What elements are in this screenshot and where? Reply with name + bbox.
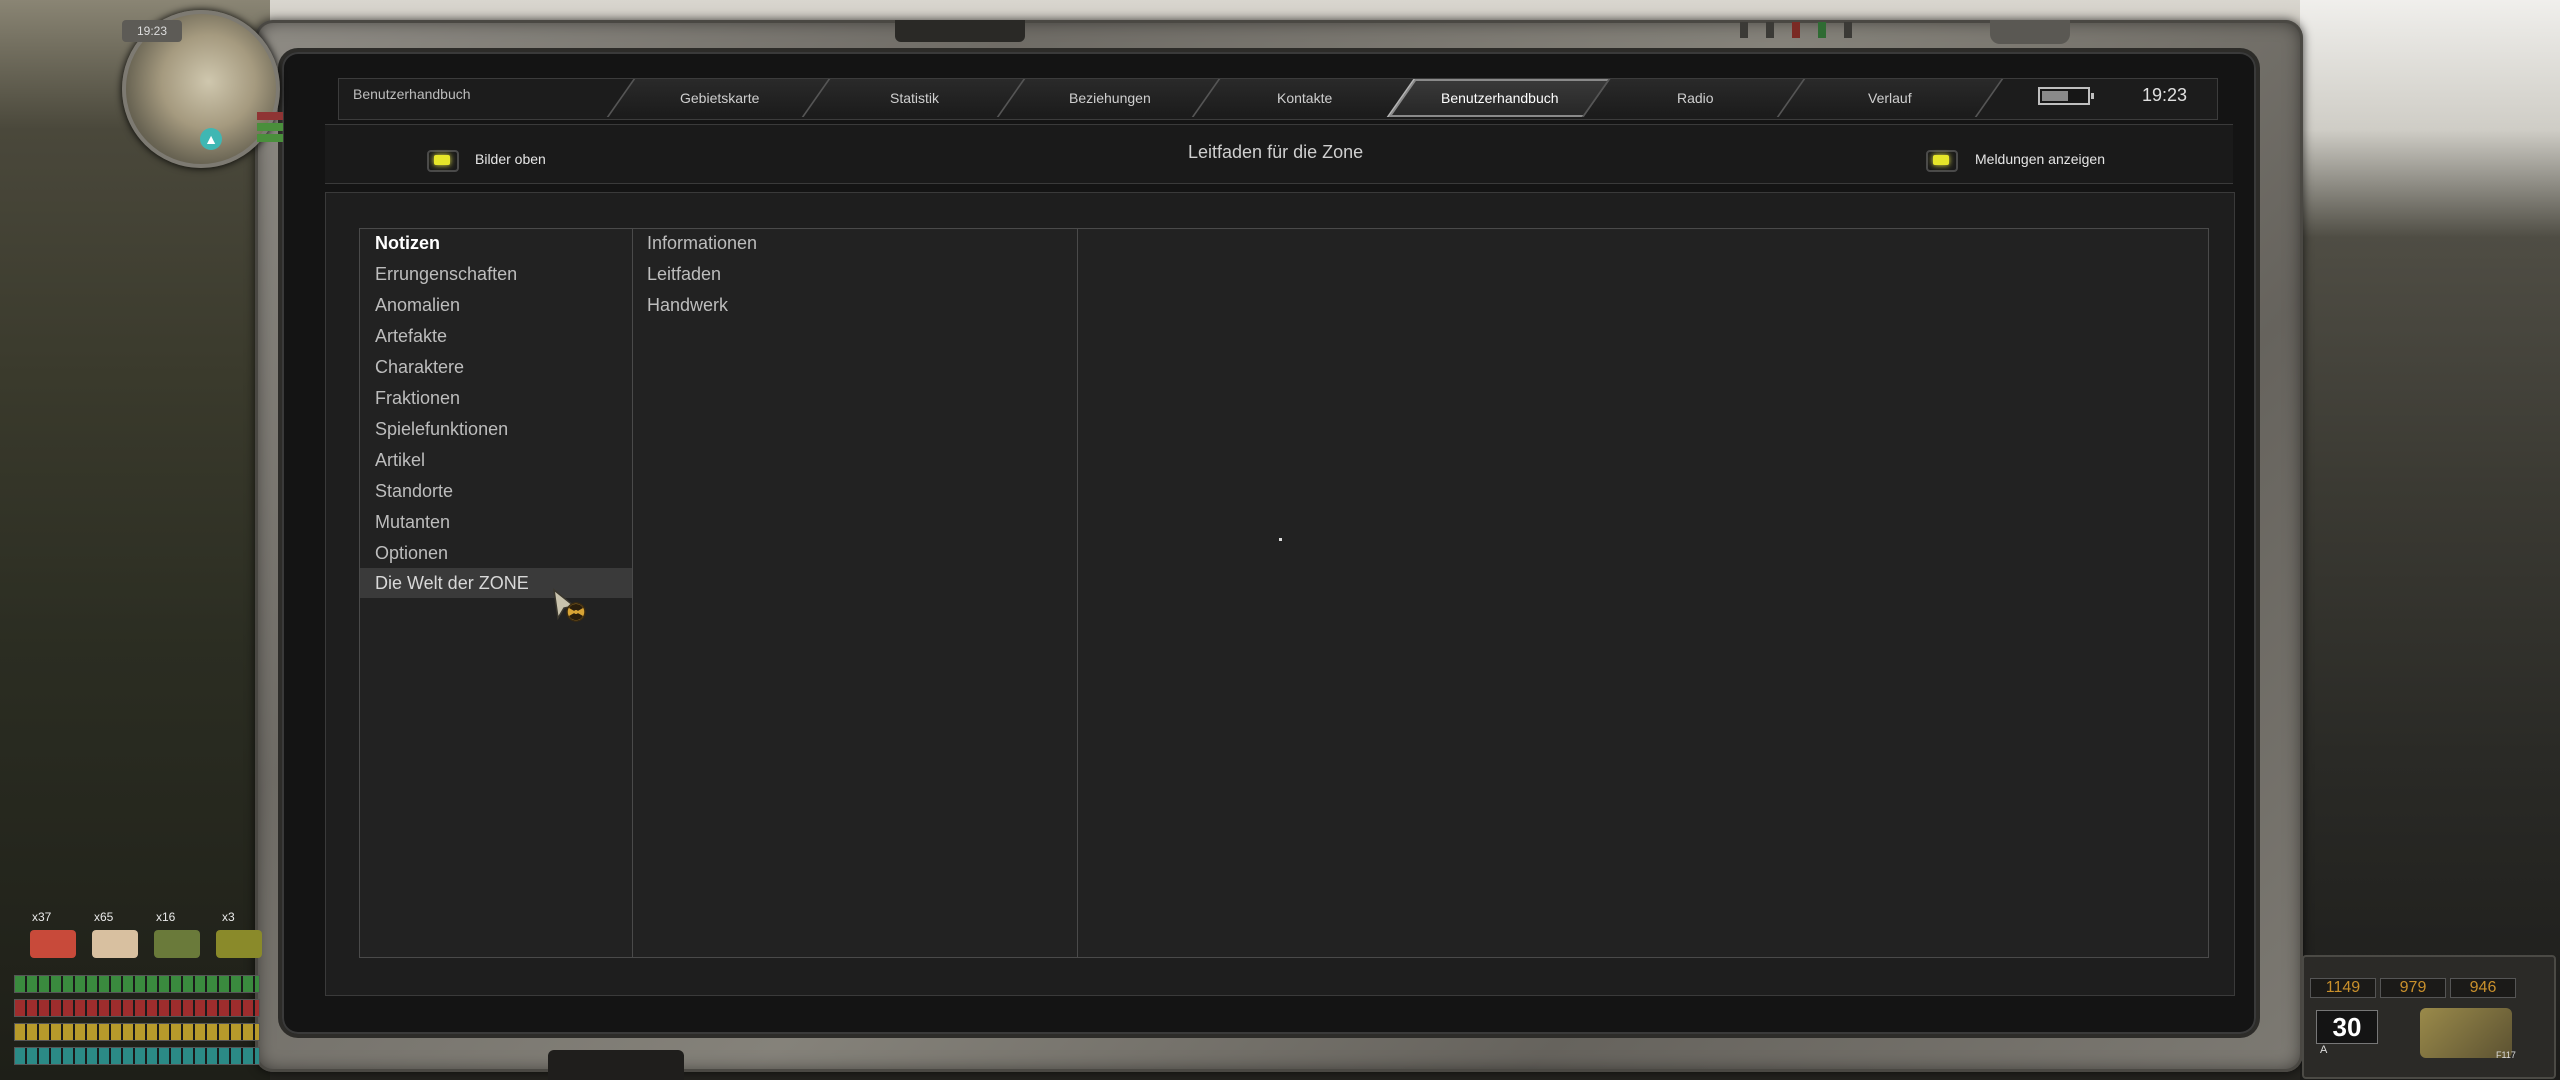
quick-slot-grenade[interactable]: x16: [150, 910, 210, 970]
game-world-right: [2300, 0, 2560, 1080]
quick-slot-ammo[interactable]: x3: [212, 910, 272, 970]
show-messages-label: Meldungen anzeigen: [1975, 151, 2105, 167]
minimap-status-bars: [257, 112, 283, 142]
images-top-label: Bilder oben: [475, 151, 546, 167]
category-item-charaktere[interactable]: Charaktere: [360, 352, 632, 382]
category-item-anomalien[interactable]: Anomalien: [360, 290, 632, 320]
minimap-clock: 19:23: [122, 20, 182, 42]
category-item-artikel[interactable]: Artikel: [360, 445, 632, 475]
pda-knob: [1990, 20, 2070, 44]
fire-mode: A: [2320, 1044, 2328, 1056]
ammo-count-3: 946: [2450, 978, 2516, 998]
player-status-bars: [14, 975, 260, 1065]
category-item-notizen[interactable]: Notizen: [360, 228, 632, 258]
category-item-errungenschaften[interactable]: Errungenschaften: [360, 259, 632, 289]
tab-kontakte[interactable]: Kontakte: [1191, 79, 1419, 117]
player-arrow-icon: ▲: [200, 128, 222, 150]
article-view: [1077, 228, 2209, 958]
subcategory-item-informationen[interactable]: Informationen: [633, 228, 1073, 258]
ammo-box-icon: [216, 930, 262, 958]
bandage-icon: [92, 930, 138, 958]
tab-statistik[interactable]: Statistik: [801, 79, 1029, 117]
radiation-bar: [14, 1023, 260, 1041]
quick-slot-bandage[interactable]: x65: [88, 910, 148, 970]
ammo-count-1: 1149: [2310, 978, 2376, 998]
images-top-toggle[interactable]: [427, 150, 459, 172]
health-bar: [14, 999, 260, 1017]
category-item-mutanten[interactable]: Mutanten: [360, 507, 632, 537]
quick-slot-medkit[interactable]: x37: [26, 910, 86, 970]
subcategory-list[interactable]: [632, 228, 1078, 958]
tab-benutzerhandbuch[interactable]: Benutzerhandbuch: [1386, 79, 1614, 117]
guide-title: Leitfaden für die Zone: [1188, 142, 1364, 162]
pda-section-title: Benutzerhandbuch: [353, 86, 471, 102]
tab-verlauf[interactable]: Verlauf: [1776, 79, 2004, 117]
pda-clock: 19:23: [2142, 85, 2188, 105]
medkit-icon: [30, 930, 76, 958]
subcategory-item-handwerk[interactable]: Handwerk: [633, 290, 1073, 320]
show-messages-toggle[interactable]: [1926, 150, 1958, 172]
category-item-standorte[interactable]: Standorte: [360, 476, 632, 506]
pda-indicator-lights: [1740, 20, 1910, 40]
weapon-label: F117: [2496, 1050, 2516, 1060]
ammo-count-2: 979: [2380, 978, 2446, 998]
tab-beziehungen[interactable]: Beziehungen: [996, 79, 1224, 117]
category-item-artefakte[interactable]: Artefakte: [360, 321, 632, 351]
category-item-die-welt-der-zone[interactable]: Die Welt der ZONE: [360, 568, 632, 598]
crosshair-dot: [1279, 538, 1282, 541]
battery-icon: [2038, 87, 2094, 105]
category-item-fraktionen[interactable]: Fraktionen: [360, 383, 632, 413]
pda-top-notch: [895, 20, 1025, 42]
category-item-optionen[interactable]: Optionen: [360, 538, 632, 568]
subcategory-item-leitfaden[interactable]: Leitfaden: [633, 259, 1073, 289]
tab-gebietskarte[interactable]: Gebietskarte: [606, 79, 834, 117]
grenade-icon: [154, 930, 200, 958]
stamina-bar: [14, 975, 260, 993]
ammo-in-magazine: 30: [2316, 1010, 2378, 1044]
pda-bottom-notch: [548, 1050, 684, 1080]
tab-radio[interactable]: Radio: [1581, 79, 1809, 117]
armor-bar: [14, 1047, 260, 1065]
category-item-spielefunktionen[interactable]: Spielefunktionen: [360, 414, 632, 444]
mouse-cursor-icon: [552, 588, 586, 622]
